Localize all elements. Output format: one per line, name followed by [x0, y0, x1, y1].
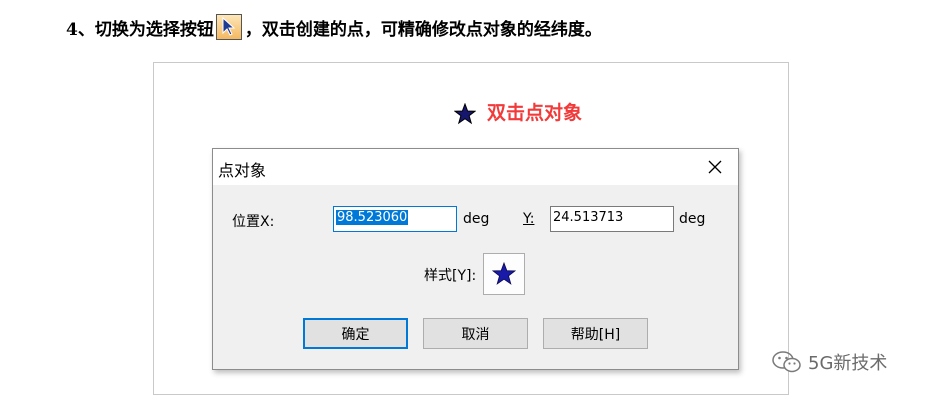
instruction-text: 4、切换为选择按钮 ，双击创建的点，可精确修改点对象的经纬度。: [66, 10, 602, 44]
style-label: 样式[Y]:: [424, 268, 477, 284]
y-position-label: Y:: [523, 211, 535, 227]
dialog-titlebar[interactable]: 点对象: [213, 149, 738, 185]
help-button[interactable]: 帮助[H]: [543, 318, 648, 349]
watermark: 5G新技术: [772, 346, 887, 378]
star-icon[interactable]: [454, 103, 476, 125]
y-position-value: 24.513713: [553, 210, 624, 225]
cancel-button[interactable]: 取消: [423, 318, 528, 349]
close-icon: [708, 160, 722, 174]
style-button[interactable]: [483, 253, 525, 295]
x-position-input[interactable]: 98.523060: [333, 206, 457, 232]
point-caption: 双击点对象: [487, 102, 583, 124]
select-tool-button[interactable]: [215, 14, 242, 40]
y-position-input[interactable]: 24.513713: [550, 206, 674, 232]
wechat-icon: [772, 351, 801, 373]
ok-button[interactable]: 确定: [303, 318, 408, 349]
star-icon: [492, 262, 516, 285]
y-unit-label: deg: [679, 211, 706, 227]
close-button[interactable]: [696, 151, 734, 183]
arrow-cursor-icon: [222, 17, 236, 36]
point-object-dialog: 点对象 位置X: 98.523060 deg Y: 24.513713 deg …: [212, 148, 739, 370]
x-unit-label: deg: [463, 211, 490, 227]
x-position-label: 位置X:: [232, 214, 275, 230]
dialog-title: 点对象: [218, 161, 267, 180]
watermark-text: 5G新技术: [808, 353, 888, 374]
x-position-value: 98.523060: [336, 210, 409, 225]
instruction-before: 4、切换为选择按钮: [66, 19, 214, 40]
instruction-after: ，双击创建的点，可精确修改点对象的经纬度。: [244, 19, 602, 40]
